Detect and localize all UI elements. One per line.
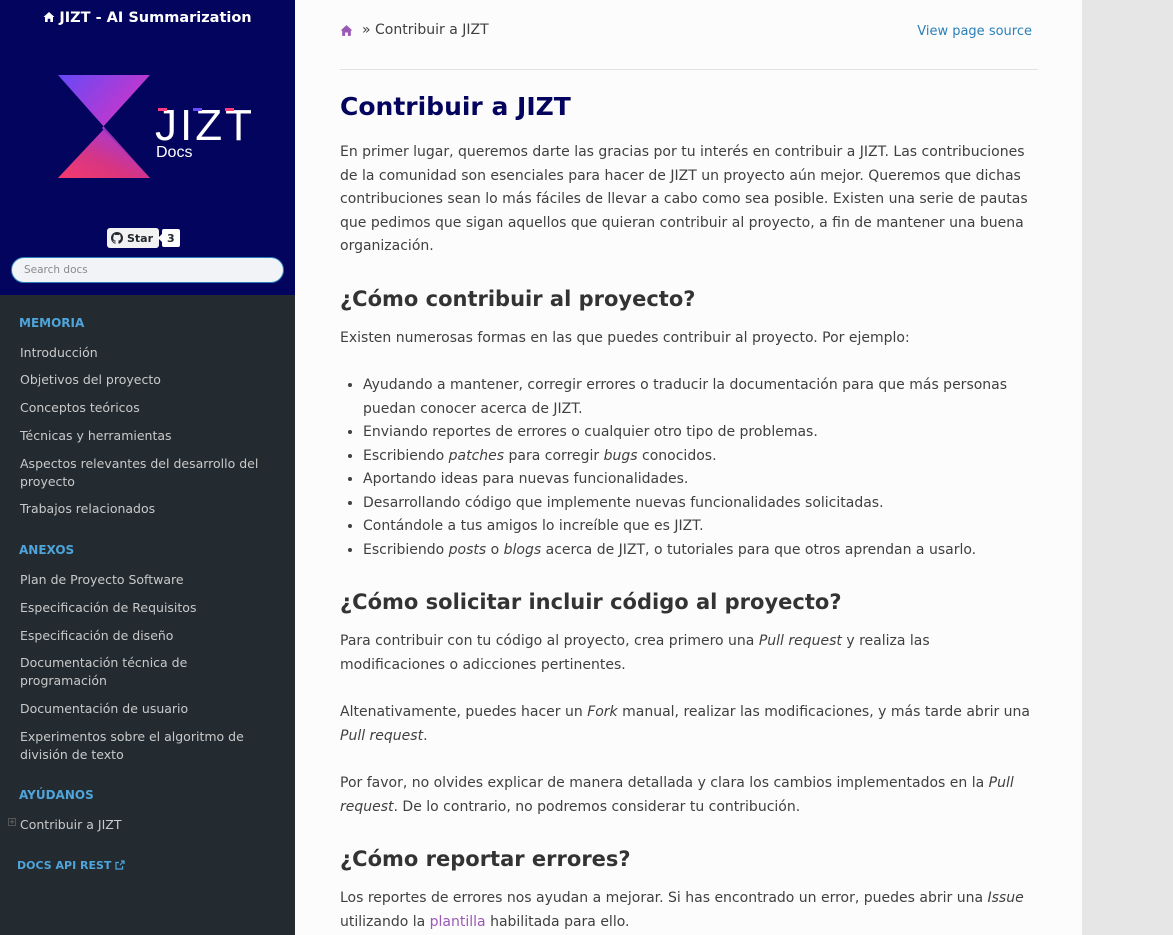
- star-label: Star: [127, 231, 154, 245]
- nav-item-plan[interactable]: Plan de Proyecto Software: [20, 571, 275, 589]
- breadcrumb-separator: »: [362, 22, 371, 38]
- right-gutter: [1082, 0, 1173, 935]
- template-link[interactable]: plantilla: [430, 914, 486, 930]
- nav-item-requisitos[interactable]: Especificación de Requisitos: [20, 599, 275, 617]
- breadcrumb-current: Contribuir a JIZT: [375, 22, 489, 38]
- sidebar-header: JIZT - AI Summarization JIZT Docs Star 3…: [0, 0, 295, 295]
- home-icon: [43, 12, 55, 22]
- github-star-widget: Star 3: [107, 228, 180, 248]
- nav-item-contribuir[interactable]: Contribuir a JIZT: [20, 816, 275, 834]
- nav-item-doc-tecnica[interactable]: Documentación técnica de programación: [20, 654, 275, 689]
- main-content: » Contribuir a JIZT View page source Con…: [295, 0, 1082, 935]
- nav-item-tecnicas[interactable]: Técnicas y herramientas: [20, 427, 275, 445]
- header-divider: [340, 69, 1038, 70]
- intro-paragraph: En primer lugar, queremos darte las grac…: [340, 144, 1028, 254]
- view-page-source-link[interactable]: View page source: [917, 24, 1032, 39]
- pull-request-paragraph: Para contribuir con tu código al proyect…: [340, 633, 930, 673]
- explain-changes-paragraph: Por favor, no olvides explicar de manera…: [340, 775, 1014, 815]
- sidebar: JIZT - AI Summarization JIZT Docs Star 3…: [0, 0, 295, 935]
- nav-item-doc-usuario[interactable]: Documentación de usuario: [20, 700, 275, 718]
- nav-item-objetivos[interactable]: Objetivos del proyecto: [20, 371, 275, 389]
- api-docs-label: DOCS API REST: [17, 859, 112, 872]
- github-star-button[interactable]: Star: [107, 228, 160, 248]
- heading-how-to-contribute: ¿Cómo contribuir al proyecto?: [340, 286, 696, 311]
- page-title: Contribuir a JIZT: [340, 92, 571, 121]
- list-item: Contándole a tus amigos lo increíble que…: [363, 515, 1038, 539]
- list-item: Desarrollando código que implemente nuev…: [363, 492, 1038, 516]
- list-item: Escribiendo patches para corregir bugs c…: [363, 445, 1038, 469]
- fork-paragraph: Altenativamente, puedes hacer un Fork ma…: [340, 704, 1030, 744]
- nav-item-trabajos[interactable]: Trabajos relacionados: [20, 500, 275, 518]
- list-item: Escribiendo posts o blogs acerca de JIZT…: [363, 539, 1038, 563]
- caption-ayudanos: AYÚDANOS: [19, 788, 94, 802]
- caption-memoria: MEMORIA: [19, 316, 85, 330]
- api-docs-link[interactable]: DOCS API REST: [17, 859, 126, 872]
- project-title-link[interactable]: JIZT - AI Summarization: [0, 10, 295, 26]
- star-count[interactable]: 3: [158, 229, 180, 247]
- caption-anexos: ANEXOS: [19, 543, 75, 557]
- list-item: Aportando ideas para nuevas funcionalida…: [363, 468, 1038, 492]
- heading-report-bugs: ¿Cómo reportar errores?: [340, 847, 631, 871]
- project-title-text: JIZT - AI Summarization: [59, 10, 252, 26]
- github-icon: [111, 232, 123, 244]
- search-input[interactable]: [11, 257, 284, 283]
- list-item: Enviando reportes de errores o cualquier…: [363, 421, 1038, 445]
- home-icon[interactable]: [340, 24, 353, 37]
- contribution-list: Ayudando a mantener, corregir errores o …: [363, 374, 1038, 562]
- how-paragraph: Existen numerosas formas en las que pued…: [340, 329, 910, 346]
- expand-toggle-icon[interactable]: +: [8, 818, 16, 826]
- list-item: Ayudando a mantener, corregir errores o …: [363, 374, 1038, 421]
- external-link-icon: [115, 860, 126, 870]
- heading-request-code: ¿Cómo solicitar incluir código al proyec…: [340, 590, 842, 614]
- report-paragraph: Los reportes de errores nos ayudan a mej…: [340, 890, 1024, 930]
- nav-item-introduccion[interactable]: Introducción: [20, 344, 275, 362]
- breadcrumb: » Contribuir a JIZT: [340, 22, 489, 38]
- jizt-logo[interactable]: JIZT Docs: [50, 70, 260, 185]
- svg-text:JIZT: JIZT: [155, 101, 255, 150]
- nav-item-aspectos[interactable]: Aspectos relevantes del desarrollo del p…: [20, 455, 275, 490]
- nav-item-conceptos[interactable]: Conceptos teóricos: [20, 399, 275, 417]
- article: Contribuir a JIZT En primer lugar, quere…: [340, 90, 1038, 935]
- nav-item-diseno[interactable]: Especificación de diseño: [20, 627, 275, 645]
- svg-text:Docs: Docs: [156, 144, 192, 161]
- nav-item-experimentos[interactable]: Experimentos sobre el algoritmo de divis…: [20, 728, 275, 763]
